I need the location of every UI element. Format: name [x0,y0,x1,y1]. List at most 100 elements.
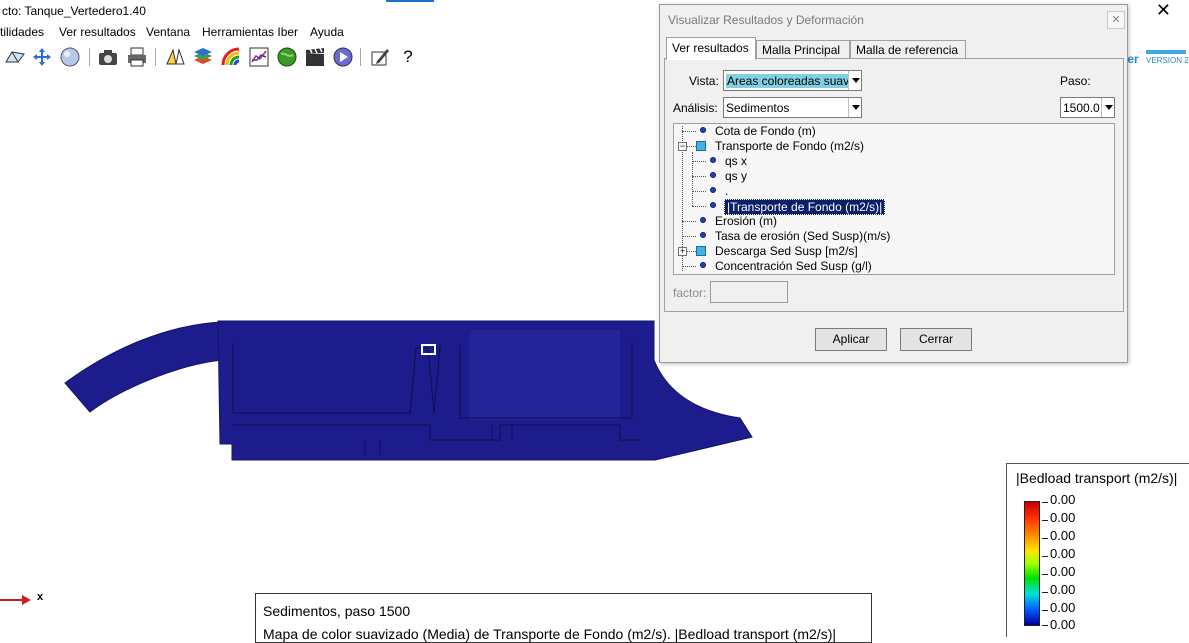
folder-icon [696,141,706,151]
result-dot-icon [700,262,706,268]
paso-select[interactable]: 1500.0 [1060,97,1115,118]
globe-icon[interactable] [276,46,298,68]
legend-tick [1042,538,1048,539]
tree-item-label: . [725,184,729,198]
toolbar: ? [0,44,660,70]
tree-line [682,221,696,222]
vista-value: Areas coloreadas suave [726,74,857,88]
legend-title: |Bedload transport (m2/s)| [1016,470,1178,486]
tree-line [692,206,706,207]
move-icon[interactable] [31,46,53,68]
menu-herramientas-iber[interactable]: Herramientas Iber [202,25,298,39]
chevron-down-icon[interactable] [848,98,861,117]
tree-item-descarga-sed[interactable]: + Descarga Sed Susp [m2/s] [674,244,1114,259]
legend-value: 0.00 [1050,564,1076,579]
axis-indicator: x [0,591,44,605]
tree-item-cota-fondo[interactable]: Cota de Fondo (m) [674,124,1114,139]
dialog-close-icon[interactable]: ✕ [1107,11,1125,29]
tree-item-qs-x[interactable]: qs x [674,154,1114,169]
legend-tick [1042,502,1048,503]
chevron-down-icon[interactable] [1101,98,1114,117]
info-line-1: Sedimentos, paso 1500 [263,603,411,619]
tree-line [687,251,696,252]
result-dot-icon [710,157,716,163]
legend-value: 0.00 [1050,617,1076,632]
color-legend: |Bedload transport (m2/s)| 0.00 0.00 0.0… [1006,463,1189,637]
color-palette-icon[interactable] [220,46,242,68]
legend-tick [1042,625,1048,626]
tree-item-dot[interactable]: . [674,184,1114,199]
results-dialog: Visualizar Resultados y Deformación ✕ Ve… [659,4,1128,363]
result-info-box: Sedimentos, paso 1500 Mapa de color suav… [255,593,872,643]
analisis-value: Sedimentos [726,101,790,115]
tree-item-transporte-fondo[interactable]: − Transporte de Fondo (m2/s) [674,139,1114,154]
apply-button[interactable]: Aplicar [815,328,887,351]
result-dot-icon [710,202,716,208]
folder-icon [696,246,706,256]
window-close-button[interactable]: ✕ [1156,1,1171,19]
result-dot-icon [700,232,706,238]
tab-ver-resultados[interactable]: Ver resultados [666,37,756,60]
analisis-select[interactable]: Sedimentos [723,97,862,118]
menu-utilidades[interactable]: tilidades [0,25,44,39]
info-line-2: Mapa de color suavizado (Media) de Trans… [263,626,836,642]
animation-icon[interactable] [304,46,326,68]
expand-icon[interactable]: + [678,247,687,256]
layers-icon[interactable] [192,46,214,68]
tree-line [692,191,706,192]
dialog-title: Visualizar Resultados y Deformación [668,13,864,27]
legend-value: 0.00 [1050,582,1076,597]
tree-line [692,176,706,177]
help-icon[interactable]: ? [397,46,419,68]
tree-item-label: Descarga Sed Susp [m2/s] [715,244,858,258]
tree-item-qs-y[interactable]: qs y [674,169,1114,184]
tree-item-erosion[interactable]: Erosión (m) [674,214,1114,229]
tree-item-tasa-erosion[interactable]: Tasa de erosión (Sed Susp)(m/s) [674,229,1114,244]
tree-item-transporte-modulo[interactable]: |Transporte de Fondo (m2/s)| [674,199,1114,215]
tree-item-label: qs y [725,169,748,183]
chevron-down-icon[interactable] [848,71,861,90]
tree-item-label: Tasa de erosión (Sed Susp)(m/s) [715,229,891,243]
tree-line [682,236,696,237]
channel-inlet [64,321,223,413]
tree-item-concentracion[interactable]: Concentración Sed Susp (g/l) [674,259,1114,274]
result-dot-icon [700,127,706,133]
legend-value: 0.00 [1050,528,1076,543]
legend-value: 0.00 [1050,492,1076,507]
results-tree[interactable]: Cota de Fondo (m) − Transporte de Fondo … [673,123,1115,275]
mesh-icon[interactable] [4,46,26,68]
tree-item-label: Erosión (m) [715,214,778,228]
tank-shade [470,330,620,420]
toolbar-separator [89,48,90,66]
play-icon[interactable] [332,46,354,68]
toolbar-separator [155,48,156,66]
edit-icon[interactable] [369,46,391,68]
close-button[interactable]: Cerrar [900,328,972,351]
legend-tick [1042,574,1048,575]
menu-ver-resultados[interactable]: Ver resultados [59,25,136,39]
analisis-label: Análisis: [673,101,718,115]
flip-icon[interactable] [164,46,186,68]
legend-value: 0.00 [1050,600,1076,615]
tab-malla-referencia[interactable]: Malla de referencia [850,40,966,59]
vista-select[interactable]: Areas coloreadas suave [723,70,862,91]
toolbar-separator [360,48,361,66]
print-icon[interactable] [126,46,148,68]
factor-input[interactable] [710,281,788,303]
graph-icon[interactable] [248,46,270,68]
legend-value: 0.00 [1050,510,1076,525]
legend-tick [1042,610,1048,611]
vista-label: Vista: [689,74,719,88]
sphere-icon[interactable] [59,46,81,68]
legend-tick [1042,520,1048,521]
axis-x-label: x [37,591,44,603]
window-title: cto: Tanque_Vertedero1.40 [2,4,146,18]
legend-color-bar [1024,501,1040,626]
tree-line [682,266,696,267]
menu-ayuda[interactable]: Ayuda [310,25,344,39]
factor-label: factor: [673,286,707,300]
tab-malla-principal[interactable]: Malla Principal [756,40,850,59]
camera-icon[interactable] [97,46,119,68]
menu-ventana[interactable]: Ventana [146,25,190,39]
collapse-icon[interactable]: − [678,142,687,151]
